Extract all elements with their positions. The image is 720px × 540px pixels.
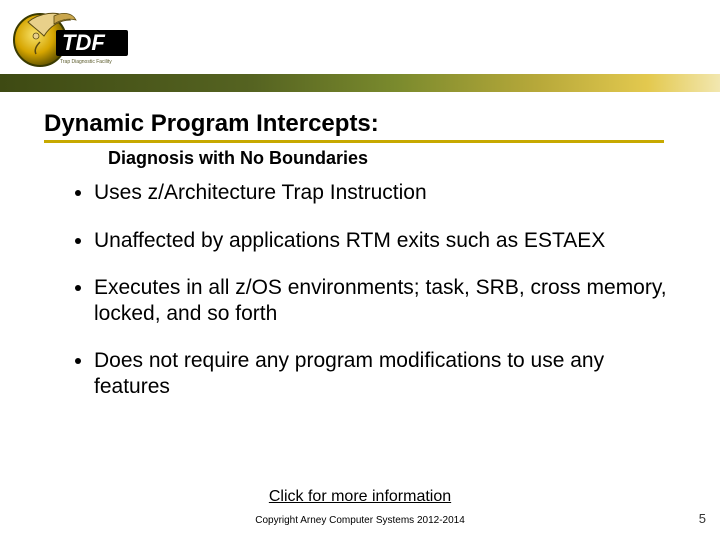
- more-info-link[interactable]: Click for more information: [269, 488, 451, 505]
- list-item: Unaffected by applications RTM exits suc…: [94, 228, 670, 254]
- bullet-list: Uses z/Architecture Trap Instruction Una…: [70, 180, 670, 422]
- list-item: Executes in all z/OS environments; task,…: [94, 275, 670, 326]
- slide-header: TDF Trap Diagnostic Facility: [0, 0, 720, 92]
- logo-text: TDF: [62, 30, 105, 55]
- header-band: [0, 74, 720, 92]
- svg-text:Trap Diagnostic Facility: Trap Diagnostic Facility: [60, 59, 112, 65]
- title-underline: [44, 140, 664, 143]
- more-info-link-container: Click for more information: [0, 488, 720, 506]
- slide-title: Dynamic Program Intercepts:: [44, 110, 379, 138]
- tdf-logo-icon: TDF Trap Diagnostic Facility: [10, 6, 130, 78]
- logo: TDF Trap Diagnostic Facility: [10, 6, 130, 78]
- slide: TDF Trap Diagnostic Facility Dynamic Pro…: [0, 0, 720, 540]
- list-item: Uses z/Architecture Trap Instruction: [94, 180, 670, 206]
- slide-subtitle: Diagnosis with No Boundaries: [108, 148, 368, 169]
- slide-number: 5: [699, 511, 706, 526]
- list-item: Does not require any program modificatio…: [94, 348, 670, 399]
- copyright-text: Copyright Arney Computer Systems 2012-20…: [0, 515, 720, 526]
